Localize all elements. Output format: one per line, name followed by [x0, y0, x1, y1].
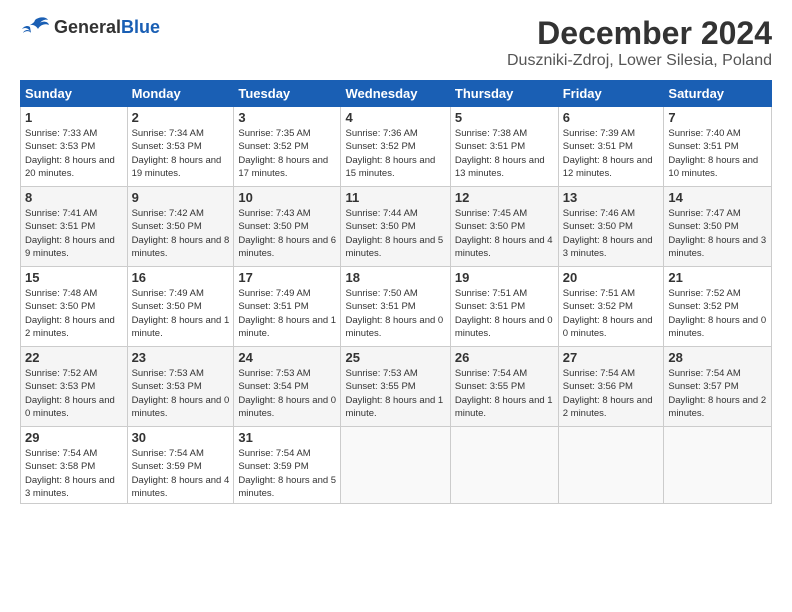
- logo-blue: Blue: [121, 17, 160, 37]
- day-cell-16: 16 Sunrise: 7:49 AMSunset: 3:50 PMDaylig…: [127, 267, 234, 347]
- week-row-2: 8 Sunrise: 7:41 AMSunset: 3:51 PMDayligh…: [21, 187, 772, 267]
- day-cell-12: 12 Sunrise: 7:45 AMSunset: 3:50 PMDaylig…: [450, 187, 558, 267]
- logo-general: General: [54, 17, 121, 37]
- week-row-1: 1 Sunrise: 7:33 AMSunset: 3:53 PMDayligh…: [21, 107, 772, 187]
- header-wednesday: Wednesday: [341, 81, 450, 107]
- day-cell-8: 8 Sunrise: 7:41 AMSunset: 3:51 PMDayligh…: [21, 187, 128, 267]
- logo-icon: [20, 15, 50, 40]
- day-cell-18: 18 Sunrise: 7:50 AMSunset: 3:51 PMDaylig…: [341, 267, 450, 347]
- location-title: Duszniki-Zdroj, Lower Silesia, Poland: [507, 52, 772, 70]
- empty-cell-4: [664, 427, 772, 504]
- week-row-4: 22 Sunrise: 7:52 AMSunset: 3:53 PMDaylig…: [21, 347, 772, 427]
- day-cell-10: 10 Sunrise: 7:43 AMSunset: 3:50 PMDaylig…: [234, 187, 341, 267]
- day-cell-21: 21 Sunrise: 7:52 AMSunset: 3:52 PMDaylig…: [664, 267, 772, 347]
- day-cell-24: 24 Sunrise: 7:53 AMSunset: 3:54 PMDaylig…: [234, 347, 341, 427]
- day-cell-2: 2 Sunrise: 7:34 AMSunset: 3:53 PMDayligh…: [127, 107, 234, 187]
- weekday-header-row: Sunday Monday Tuesday Wednesday Thursday…: [21, 81, 772, 107]
- day-cell-9: 9 Sunrise: 7:42 AMSunset: 3:50 PMDayligh…: [127, 187, 234, 267]
- logo-text: GeneralBlue: [54, 17, 160, 38]
- day-cell-22: 22 Sunrise: 7:52 AMSunset: 3:53 PMDaylig…: [21, 347, 128, 427]
- day-cell-14: 14 Sunrise: 7:47 AMSunset: 3:50 PMDaylig…: [664, 187, 772, 267]
- day-cell-27: 27 Sunrise: 7:54 AMSunset: 3:56 PMDaylig…: [558, 347, 664, 427]
- day-cell-28: 28 Sunrise: 7:54 AMSunset: 3:57 PMDaylig…: [664, 347, 772, 427]
- day-cell-23: 23 Sunrise: 7:53 AMSunset: 3:53 PMDaylig…: [127, 347, 234, 427]
- header-monday: Monday: [127, 81, 234, 107]
- empty-cell-2: [450, 427, 558, 504]
- day-cell-6: 6 Sunrise: 7:39 AMSunset: 3:51 PMDayligh…: [558, 107, 664, 187]
- calendar: Sunday Monday Tuesday Wednesday Thursday…: [20, 80, 772, 504]
- month-title: December 2024: [507, 15, 772, 52]
- logo: GeneralBlue: [20, 15, 160, 40]
- day-cell-30: 30 Sunrise: 7:54 AMSunset: 3:59 PMDaylig…: [127, 427, 234, 504]
- title-area: December 2024 Duszniki-Zdroj, Lower Sile…: [507, 15, 772, 70]
- day-cell-17: 17 Sunrise: 7:49 AMSunset: 3:51 PMDaylig…: [234, 267, 341, 347]
- header: GeneralBlue December 2024 Duszniki-Zdroj…: [20, 15, 772, 70]
- empty-cell-1: [341, 427, 450, 504]
- day-cell-13: 13 Sunrise: 7:46 AMSunset: 3:50 PMDaylig…: [558, 187, 664, 267]
- day-cell-20: 20 Sunrise: 7:51 AMSunset: 3:52 PMDaylig…: [558, 267, 664, 347]
- day-cell-11: 11 Sunrise: 7:44 AMSunset: 3:50 PMDaylig…: [341, 187, 450, 267]
- day-cell-29: 29 Sunrise: 7:54 AMSunset: 3:58 PMDaylig…: [21, 427, 128, 504]
- header-tuesday: Tuesday: [234, 81, 341, 107]
- page: GeneralBlue December 2024 Duszniki-Zdroj…: [0, 0, 792, 514]
- week-row-3: 15 Sunrise: 7:48 AMSunset: 3:50 PMDaylig…: [21, 267, 772, 347]
- week-row-5: 29 Sunrise: 7:54 AMSunset: 3:58 PMDaylig…: [21, 427, 772, 504]
- day-cell-5: 5 Sunrise: 7:38 AMSunset: 3:51 PMDayligh…: [450, 107, 558, 187]
- day-cell-19: 19 Sunrise: 7:51 AMSunset: 3:51 PMDaylig…: [450, 267, 558, 347]
- day-cell-4: 4 Sunrise: 7:36 AMSunset: 3:52 PMDayligh…: [341, 107, 450, 187]
- day-cell-25: 25 Sunrise: 7:53 AMSunset: 3:55 PMDaylig…: [341, 347, 450, 427]
- day-cell-3: 3 Sunrise: 7:35 AMSunset: 3:52 PMDayligh…: [234, 107, 341, 187]
- header-sunday: Sunday: [21, 81, 128, 107]
- empty-cell-3: [558, 427, 664, 504]
- day-cell-26: 26 Sunrise: 7:54 AMSunset: 3:55 PMDaylig…: [450, 347, 558, 427]
- header-thursday: Thursday: [450, 81, 558, 107]
- day-cell-7: 7 Sunrise: 7:40 AMSunset: 3:51 PMDayligh…: [664, 107, 772, 187]
- day-cell-31: 31 Sunrise: 7:54 AMSunset: 3:59 PMDaylig…: [234, 427, 341, 504]
- header-saturday: Saturday: [664, 81, 772, 107]
- day-cell-15: 15 Sunrise: 7:48 AMSunset: 3:50 PMDaylig…: [21, 267, 128, 347]
- day-cell-1: 1 Sunrise: 7:33 AMSunset: 3:53 PMDayligh…: [21, 107, 128, 187]
- header-friday: Friday: [558, 81, 664, 107]
